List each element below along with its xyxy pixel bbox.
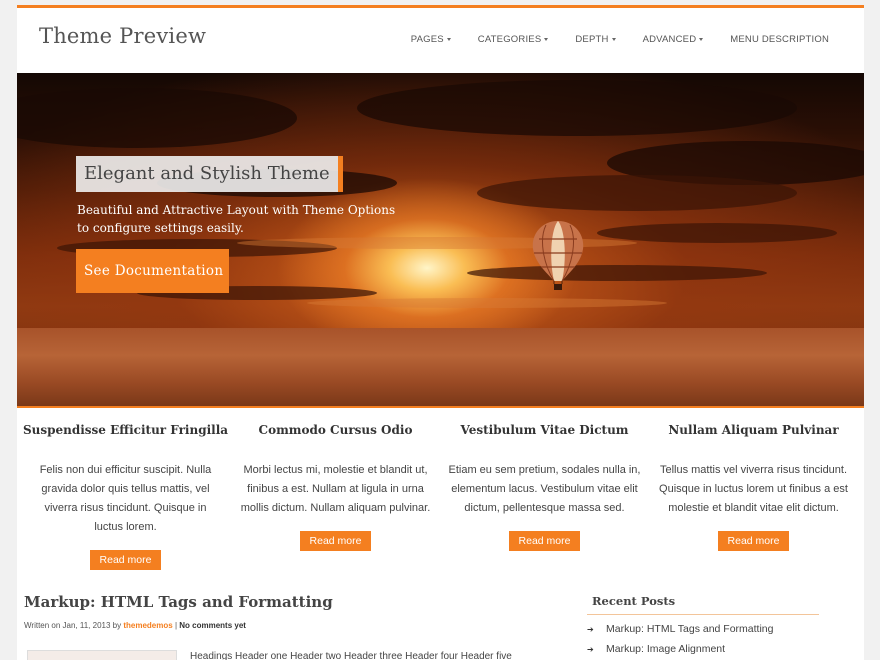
nav-item-label: MENU DESCRIPTION [730,34,829,45]
feature-title: Nullam Aliquam Pulvinar [668,423,839,437]
features-section: Suspendisse Efficitur Fringilla Felis no… [17,423,864,570]
site-title[interactable]: Theme Preview [39,24,206,48]
page-container: Theme Preview PAGES CATEGORIES DEPTH ADV… [17,5,864,660]
feature-text: Morbi lectus mi, molestie et blandit ut,… [240,464,431,514]
nav-item-categories[interactable]: CATEGORIES [478,34,549,45]
desert-dunes [17,328,864,406]
nav-item-menu-description[interactable]: MENU DESCRIPTION [730,34,829,45]
hero-bottom-accent [17,406,864,408]
nav-item-label: PAGES [410,34,444,45]
see-documentation-button[interactable]: See Documentation [76,249,229,293]
recent-post-item[interactable]: ➔ Markup: Image Alignment [587,643,819,655]
site-header: Theme Preview PAGES CATEGORIES DEPTH ADV… [17,8,864,73]
hero-title: Elegant and Stylish Theme [76,156,343,192]
caret-down-icon [544,38,549,41]
post-title[interactable]: Markup: HTML Tags and Formatting [24,593,333,611]
arrow-right-icon: ➔ [587,624,594,634]
comments-link[interactable]: No comments yet [179,621,246,630]
widget-title: Recent Posts [587,594,819,615]
feature-text: Etiam eu sem pretium, sodales nulla in, … [448,464,641,514]
read-more-button[interactable]: Read more [299,531,372,551]
feature-text: Tellus mattis vel viverra risus tincidun… [659,464,848,514]
nav-item-depth[interactable]: DEPTH [575,34,616,45]
hero-slider: Elegant and Stylish Theme Beautiful and … [17,73,864,406]
caret-down-icon [699,38,704,41]
post-excerpt: Headings Header one Header two Header th… [190,651,512,660]
feature-title: Suspendisse Efficitur Fringilla [22,423,229,437]
caret-down-icon [611,38,616,41]
feature-text: Felis non dui efficitur suscipit. Nulla … [39,464,212,533]
feature-title: Vestibulum Vitae Dictum [460,423,629,437]
main-nav: PAGES CATEGORIES DEPTH ADVANCED MENU DES… [384,34,829,45]
post-date: Written on Jan, 11, 2013 by [24,621,122,630]
hot-air-balloon-icon [532,221,584,290]
nav-item-label: CATEGORIES [477,34,542,45]
caret-down-icon [446,38,451,41]
nav-item-pages[interactable]: PAGES [411,34,451,45]
feature-block: Nullam Aliquam Pulvinar Tellus mattis ve… [649,423,858,551]
nav-item-label: DEPTH [575,34,609,45]
read-more-button[interactable]: Read more [717,531,790,551]
feature-title: Commodo Cursus Odio [258,423,413,437]
recent-post-label: Markup: Image Alignment [606,643,726,655]
meta-separator: | [174,621,178,630]
hero-description: Beautiful and Attractive Layout with The… [77,203,396,235]
post-meta: Written on Jan, 11, 2013 by themedemos |… [24,621,246,630]
read-more-button[interactable]: Read more [89,550,162,570]
recent-post-label: Markup: HTML Tags and Formatting [606,623,774,635]
read-more-button[interactable]: Read more [508,531,581,551]
post-thumbnail[interactable] [27,650,177,660]
feature-block: Vestibulum Vitae Dictum Etiam eu sem pre… [440,423,649,551]
nav-item-label: ADVANCED [642,34,697,45]
sidebar-recent-posts: Recent Posts ➔ Markup: HTML Tags and For… [587,594,819,655]
post-author-link[interactable]: themedemos [123,621,172,630]
recent-post-item[interactable]: ➔ Markup: HTML Tags and Formatting [587,623,819,635]
arrow-right-icon: ➔ [587,644,594,654]
feature-block: Commodo Cursus Odio Morbi lectus mi, mol… [231,423,440,551]
nav-item-advanced[interactable]: ADVANCED [643,34,704,45]
feature-block: Suspendisse Efficitur Fringilla Felis no… [21,423,230,570]
